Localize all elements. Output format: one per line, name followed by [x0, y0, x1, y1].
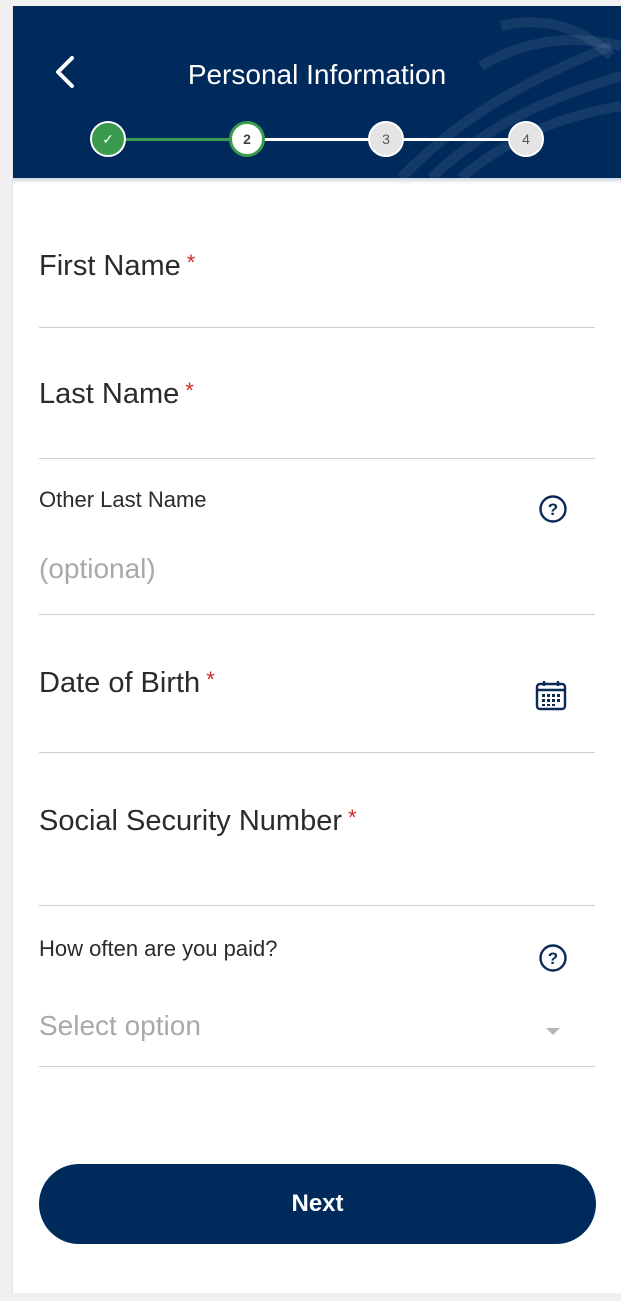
- check-icon: ✓: [102, 130, 114, 147]
- header-bar: Personal Information ✓ 2 3 4: [13, 6, 621, 178]
- progress-stepper: ✓ 2 3 4: [13, 116, 621, 162]
- step-3-pending: 3: [368, 121, 404, 157]
- first-name-field[interactable]: First Name *: [39, 226, 595, 328]
- step-2-current: 2: [229, 121, 265, 157]
- required-asterisk: *: [206, 667, 215, 692]
- step-3-label: 3: [382, 131, 390, 147]
- header-shadow: [13, 178, 621, 184]
- svg-text:?: ?: [548, 949, 558, 968]
- date-of-birth-field[interactable]: Date of Birth *: [39, 615, 595, 753]
- date-of-birth-label: Date of Birth *: [39, 667, 215, 699]
- pay-frequency-help-button[interactable]: ?: [533, 938, 573, 978]
- other-last-name-field[interactable]: Other Last Name ? (optional): [39, 459, 595, 615]
- pay-frequency-label: How often are you paid?: [39, 936, 278, 961]
- ssn-field[interactable]: Social Security Number *: [39, 753, 595, 906]
- last-name-input[interactable]: [39, 414, 595, 454]
- svg-text:?: ?: [548, 500, 558, 519]
- last-name-label: Last Name *: [39, 378, 194, 410]
- page-title: Personal Information: [187, 59, 447, 90]
- ssn-input[interactable]: [39, 853, 595, 893]
- other-last-name-help-button[interactable]: ?: [533, 489, 573, 529]
- step-connector-3: [403, 138, 513, 141]
- step-2-label: 2: [243, 131, 251, 147]
- help-circle-icon: ?: [539, 944, 567, 972]
- first-name-input[interactable]: [39, 282, 595, 322]
- pay-frequency-field[interactable]: How often are you paid? ? Select option: [39, 906, 595, 1067]
- other-last-name-label: Other Last Name: [39, 487, 207, 512]
- step-connector-2: [263, 138, 375, 141]
- app-frame: Personal Information ✓ 2 3 4 First Name *: [12, 6, 621, 1293]
- step-4-label: 4: [522, 131, 530, 147]
- last-name-field[interactable]: Last Name *: [39, 328, 595, 459]
- step-1-complete: ✓: [90, 121, 126, 157]
- pay-frequency-select[interactable]: Select option: [39, 1010, 201, 1042]
- step-connector-1: [125, 138, 235, 141]
- other-last-name-input[interactable]: (optional): [39, 553, 156, 585]
- required-asterisk: *: [348, 805, 357, 830]
- help-circle-icon: ?: [539, 495, 567, 523]
- ssn-label: Social Security Number *: [39, 805, 357, 837]
- step-4-pending: 4: [508, 121, 544, 157]
- date-of-birth-input[interactable]: [39, 707, 595, 747]
- first-name-label: First Name *: [39, 250, 196, 282]
- next-button[interactable]: Next: [39, 1164, 596, 1244]
- pay-frequency-dropdown-toggle[interactable]: [533, 1012, 573, 1052]
- caret-down-icon: [546, 1028, 560, 1035]
- required-asterisk: *: [185, 378, 194, 403]
- required-asterisk: *: [186, 250, 196, 275]
